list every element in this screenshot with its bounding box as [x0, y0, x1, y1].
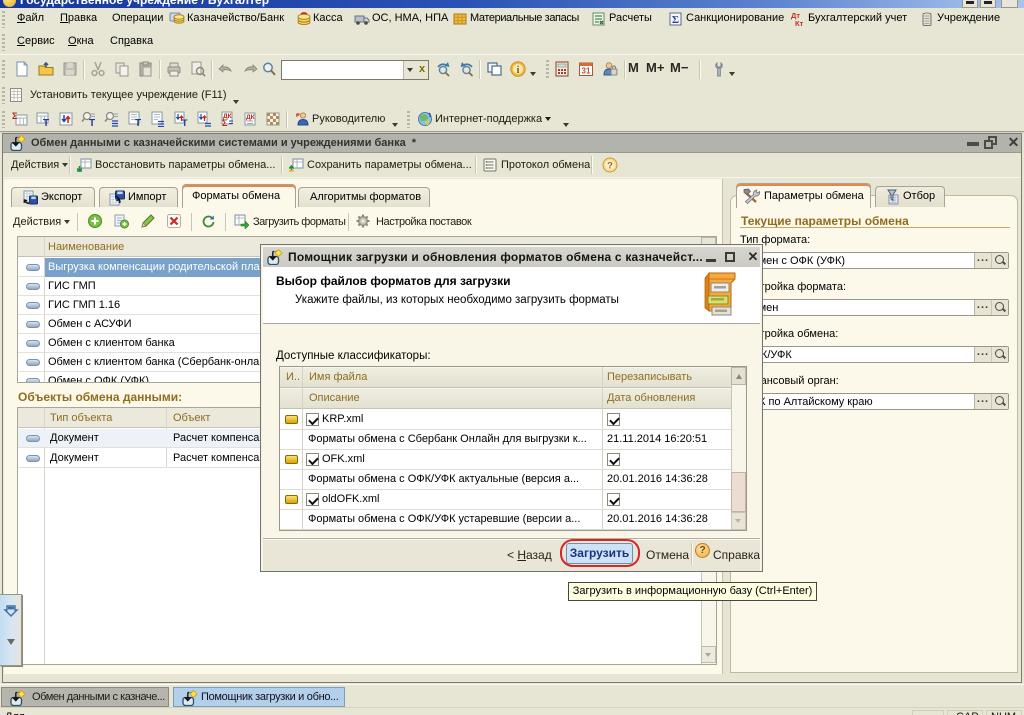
svg-text:Σ: Σ [222, 118, 228, 127]
svg-text:T: T [89, 118, 95, 127]
svg-text:T: T [135, 118, 141, 127]
svg-text:Σ: Σ [12, 111, 18, 121]
svg-text:T: T [43, 118, 49, 127]
svg-text:T: T [182, 118, 188, 127]
svg-text:ДК: ДК [246, 114, 255, 121]
